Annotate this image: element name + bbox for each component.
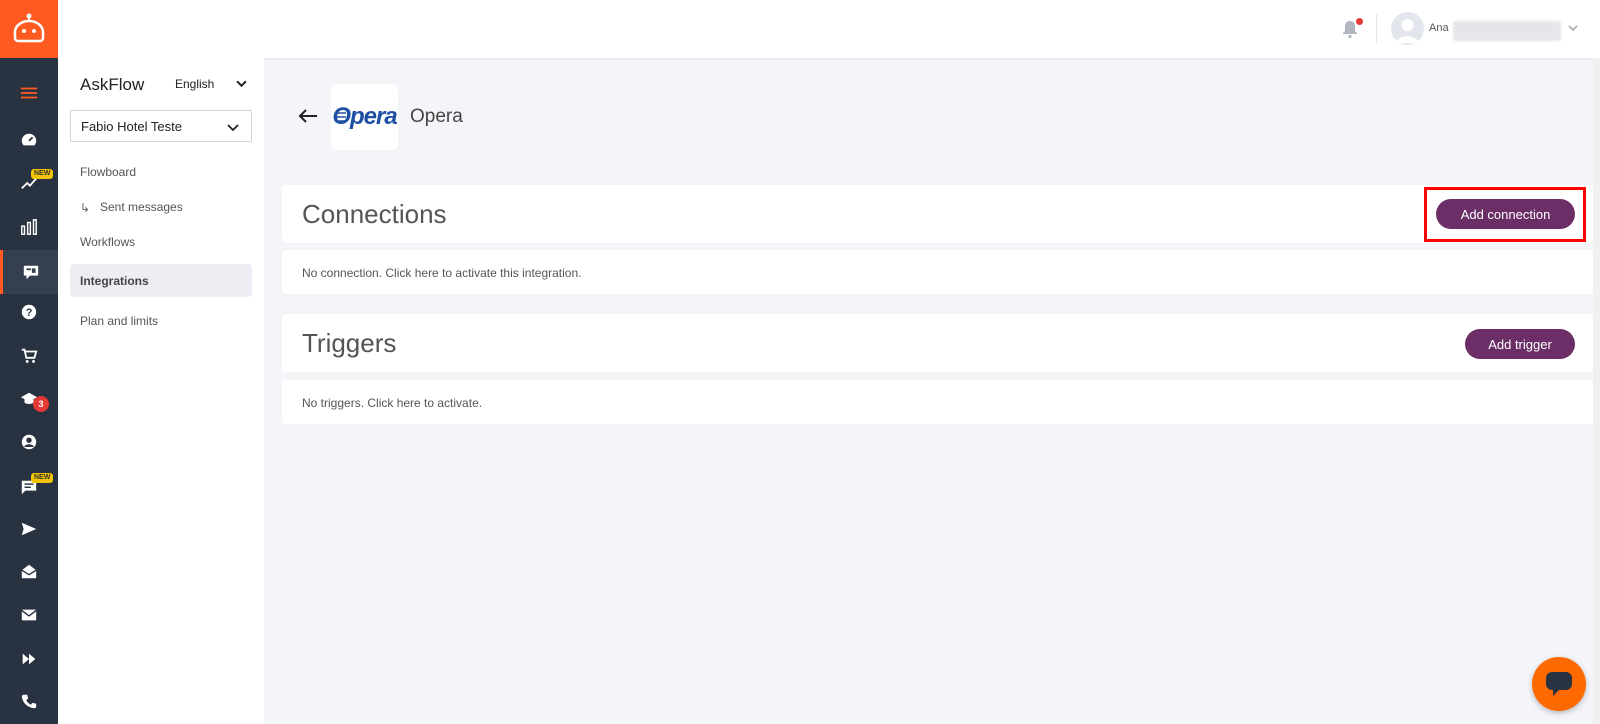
chat-card-icon (23, 265, 38, 280)
notification-count-badge: 3 (33, 396, 49, 412)
highlight-box (1424, 187, 1586, 242)
dashboard-icon (21, 133, 37, 146)
nav-messages[interactable] (0, 250, 58, 294)
mail-icon (21, 609, 37, 621)
opera-logo: Opera (331, 84, 398, 150)
new-badge: NEW (31, 169, 54, 179)
connections-empty-message[interactable]: No connection. Click here to activate th… (302, 266, 581, 280)
sidebar-item-workflows[interactable]: Workflows (80, 235, 135, 249)
hotel-select[interactable]: Fabio Hotel Teste (70, 110, 252, 142)
phone-icon (21, 694, 37, 709)
sidebar-item-label: Integrations (80, 274, 149, 288)
nav-analytics-new[interactable]: NEW (0, 161, 58, 205)
notification-dot (1356, 18, 1363, 25)
chat-widget-button[interactable] (1532, 657, 1586, 711)
connections-title: Connections (302, 199, 447, 229)
new-badge: NEW (31, 473, 54, 483)
opera-logo-text: Opera (332, 103, 397, 130)
triggers-empty-message[interactable]: No triggers. Click here to activate. (302, 396, 482, 410)
secondary-sidebar: AskFlow English Fabio Hotel Teste Flowbo… (58, 58, 264, 724)
top-bar: Ana (58, 0, 1600, 58)
nav-inbox[interactable] (0, 550, 58, 594)
sidebar-item-flowboard[interactable]: Flowboard (80, 165, 136, 179)
icon-rail: NEW ? 3 NEW (0, 0, 58, 724)
sidebar-item-plan-and-limits[interactable]: Plan and limits (80, 314, 158, 328)
chat-bubble-icon (1546, 672, 1572, 696)
avatar[interactable] (1391, 12, 1424, 45)
app-logo[interactable] (0, 0, 58, 58)
sidebar-item-integrations[interactable]: Integrations (70, 264, 252, 297)
language-selector[interactable]: English (175, 77, 214, 91)
account-icon (21, 434, 37, 450)
nav-contacts[interactable] (0, 420, 58, 464)
chevron-down-icon[interactable] (1568, 23, 1578, 33)
chevron-down-icon (227, 124, 239, 132)
add-trigger-button[interactable]: Add trigger (1465, 329, 1575, 359)
menu-toggle[interactable] (0, 71, 58, 115)
bot-logo-icon (13, 13, 45, 43)
nav-automation[interactable] (0, 637, 58, 681)
subitem-arrow-icon: ↳ (80, 201, 91, 215)
nav-send[interactable] (0, 507, 58, 551)
page-title: Opera (410, 106, 463, 127)
nav-chat-new[interactable]: NEW (0, 465, 58, 509)
chevron-down-icon[interactable] (236, 78, 247, 89)
connections-empty-card[interactable]: No connection. Click here to activate th… (282, 250, 1594, 294)
bar-chart-icon (21, 219, 37, 235)
nav-reports[interactable] (0, 205, 58, 249)
sidebar-item-sent-messages[interactable]: Sent messages (100, 200, 183, 214)
svg-text:?: ? (26, 307, 33, 319)
cart-icon (21, 348, 38, 363)
user-name-redacted (1453, 21, 1561, 41)
hotel-select-value: Fabio Hotel Teste (81, 119, 182, 134)
connections-header-card: Connections Add connection (282, 185, 1594, 243)
scrollbar[interactable] (1593, 58, 1600, 724)
divider (1376, 14, 1377, 44)
nav-phone[interactable] (0, 680, 58, 724)
nav-dashboard[interactable] (0, 118, 58, 162)
inbox-icon (21, 564, 37, 579)
nav-help[interactable]: ? (0, 290, 58, 334)
nav-mail[interactable] (0, 593, 58, 637)
menu-icon (20, 87, 38, 99)
nav-store[interactable] (0, 334, 58, 378)
triggers-header-card: Triggers Add trigger (282, 314, 1594, 372)
help-icon: ? (21, 304, 37, 320)
triggers-title: Triggers (302, 328, 397, 358)
user-placeholder-icon (1396, 19, 1419, 43)
send-icon (21, 522, 37, 536)
back-arrow-icon[interactable] (298, 108, 318, 124)
nav-academy[interactable]: 3 (0, 377, 58, 421)
app-title: AskFlow (80, 75, 145, 94)
fast-forward-icon (22, 653, 36, 665)
triggers-empty-card[interactable]: No triggers. Click here to activate. (282, 380, 1594, 424)
user-name[interactable]: Ana (1429, 22, 1449, 34)
